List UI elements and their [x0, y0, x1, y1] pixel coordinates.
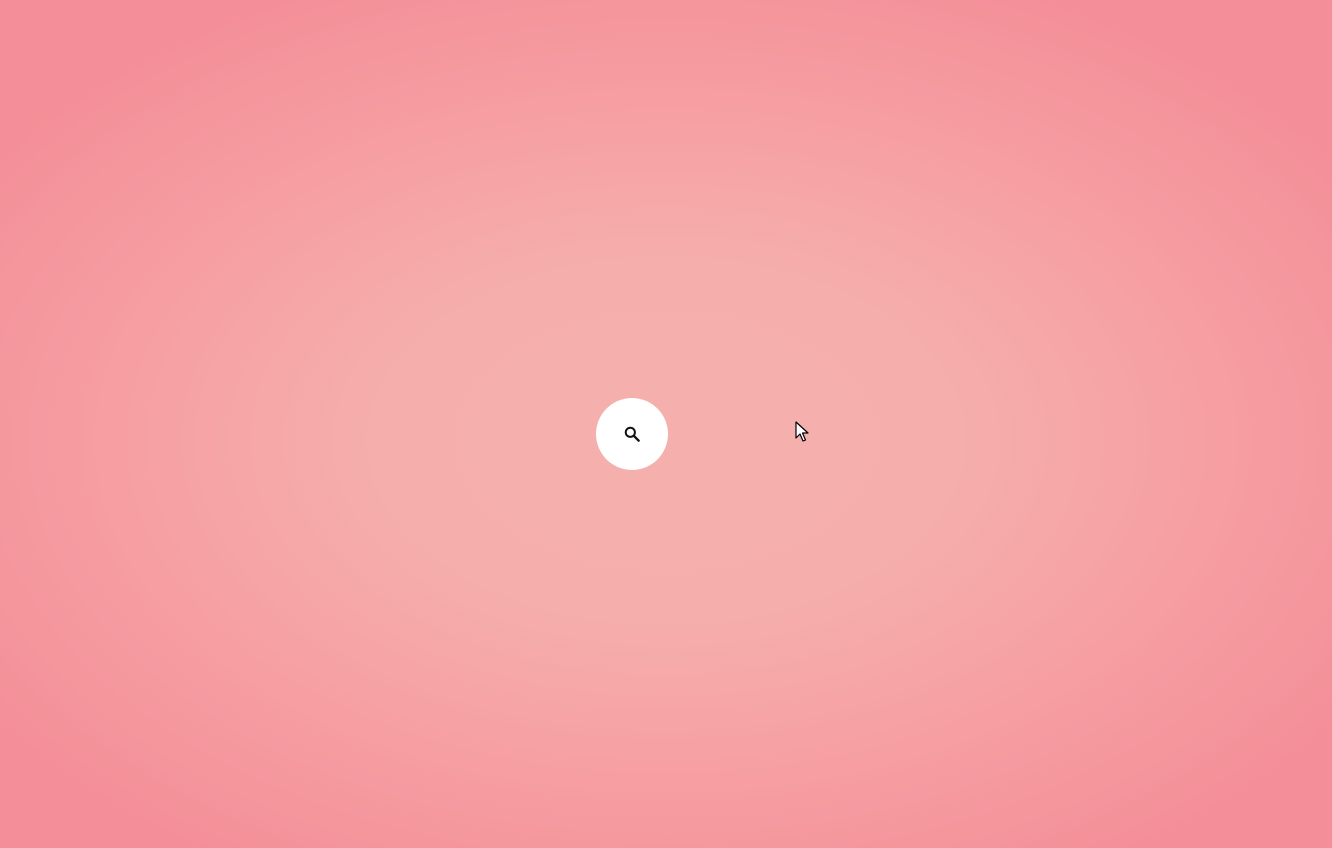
mouse-cursor-icon: [795, 421, 809, 442]
page-background: [0, 0, 1332, 848]
search-icon: [624, 426, 640, 442]
search-button[interactable]: [596, 398, 668, 470]
